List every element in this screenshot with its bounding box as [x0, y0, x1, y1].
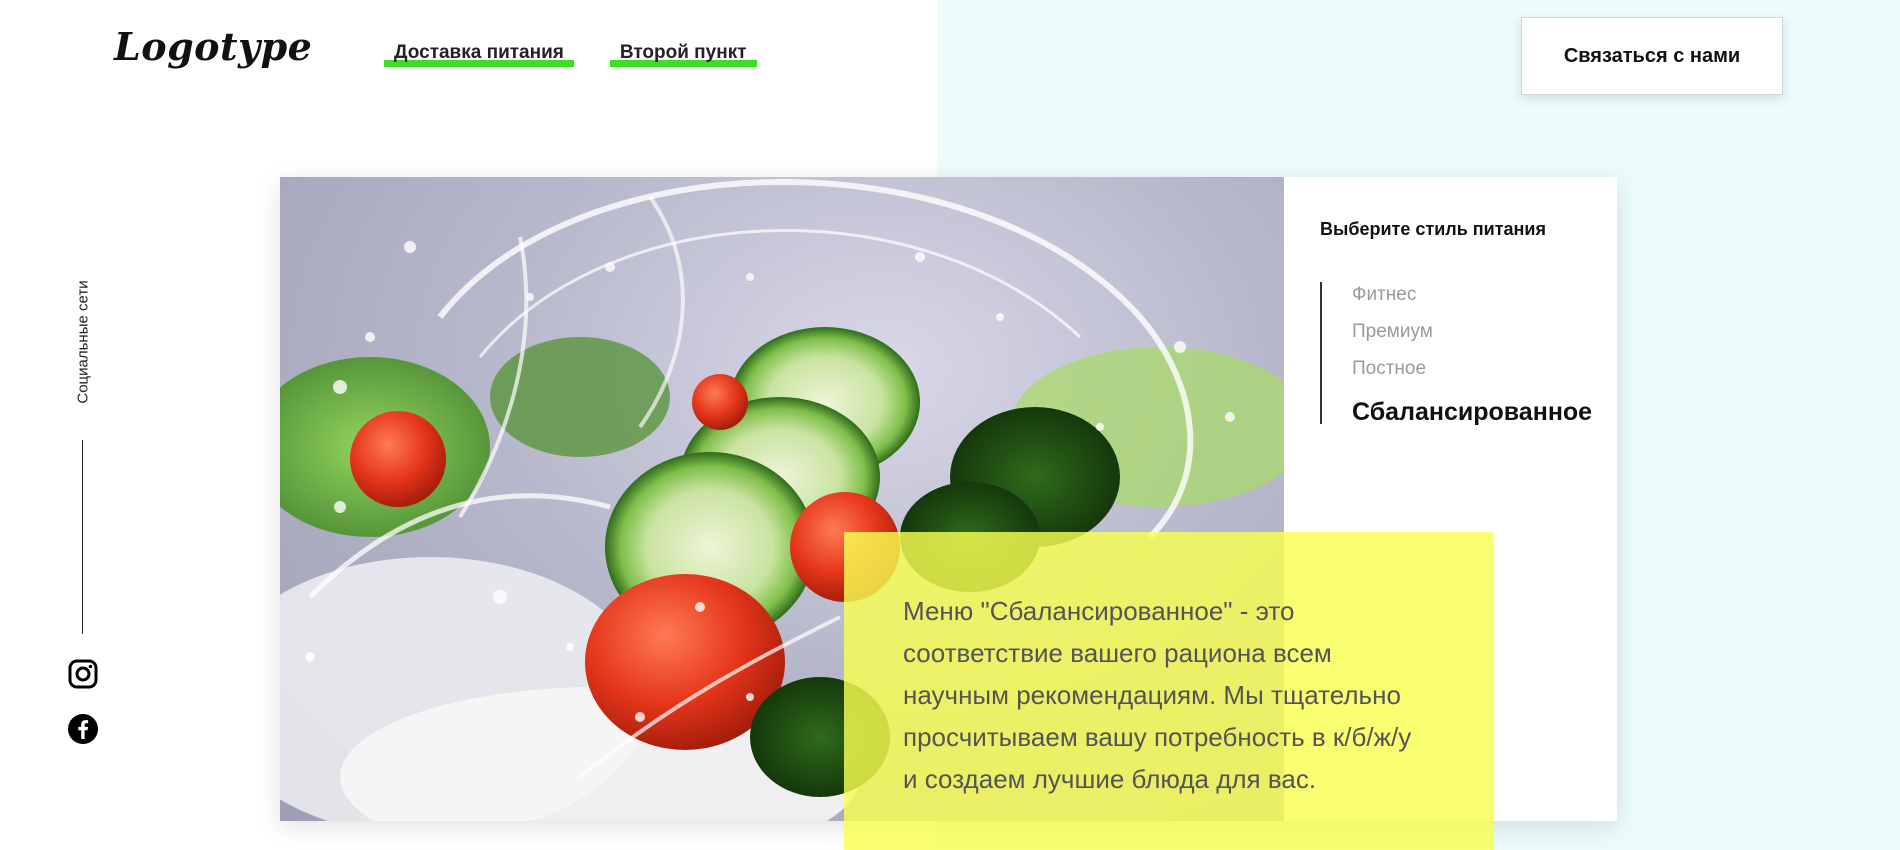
meal-style-premium[interactable]: Премиум [1352, 319, 1592, 356]
meal-style-title: Выберите стиль питания [1320, 219, 1546, 239]
facebook-icon[interactable] [68, 714, 98, 744]
main-nav: Доставка питания Второй пункт [384, 42, 757, 68]
meal-style-balanced[interactable]: Сбалансированное [1352, 393, 1592, 430]
contact-button[interactable]: Связаться с нами [1521, 17, 1783, 95]
nav-link-delivery[interactable]: Доставка питания [384, 42, 574, 68]
meal-style-fitness[interactable]: Фитнес [1352, 282, 1592, 319]
meal-style-lenten[interactable]: Постное [1352, 356, 1592, 393]
meal-style-list: Фитнес Премиум Постное Сбалансированное [1320, 282, 1592, 426]
social-label: Социальные сети [74, 280, 92, 404]
menu-description: Меню "Сбалансированное" - это соответств… [903, 596, 1412, 794]
logo[interactable]: Logotype [114, 24, 312, 69]
instagram-icon[interactable] [68, 659, 98, 689]
social-divider [82, 440, 83, 634]
nav-link-second[interactable]: Второй пункт [609, 42, 757, 68]
